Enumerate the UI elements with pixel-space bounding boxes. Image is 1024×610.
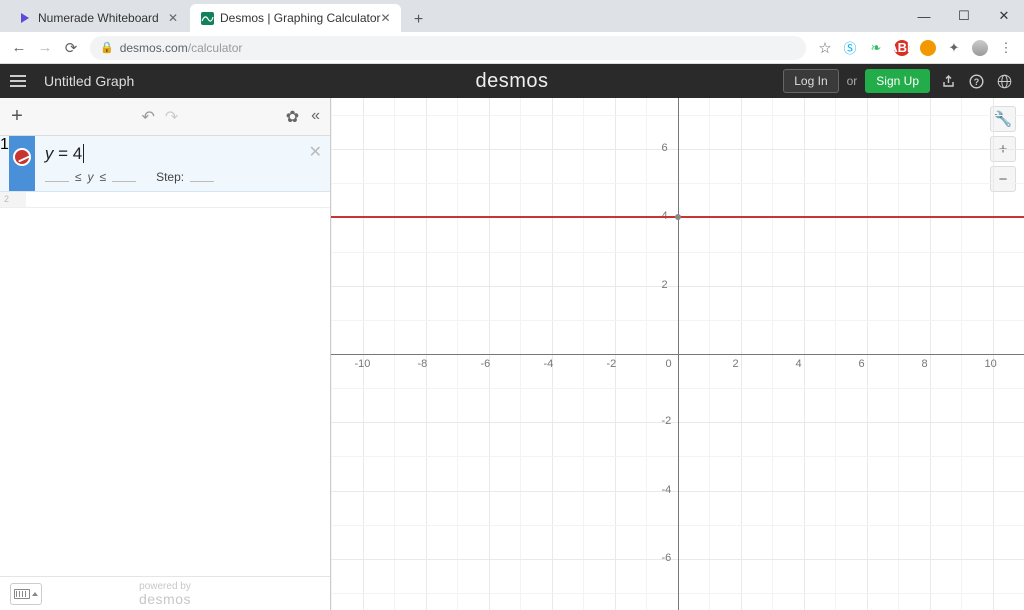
puzzle-icon[interactable]: ✦ (946, 40, 962, 56)
x-tick-label: 8 (922, 358, 928, 370)
expression-gutter[interactable] (9, 136, 35, 191)
browser-chrome: Numerade Whiteboard ✕ Desmos | Graphing … (0, 0, 1024, 64)
x-tick-label: 10 (985, 358, 997, 370)
x-tick-label: -2 (607, 358, 617, 370)
y-axis (678, 98, 679, 610)
ext-orange-icon[interactable] (920, 40, 936, 56)
maximize-button[interactable]: ☐ (944, 0, 984, 32)
y-tick-label: -2 (662, 415, 672, 427)
step-input[interactable] (190, 172, 214, 182)
plot-intercept-marker[interactable] (675, 214, 681, 220)
tab-strip: Numerade Whiteboard ✕ Desmos | Graphing … (0, 0, 1024, 32)
sidebar-footer: powered by desmos (0, 576, 330, 610)
redo-button[interactable]: ↷ (165, 107, 178, 127)
y-tick-label: 6 (662, 142, 668, 154)
y-tick-label: -4 (662, 484, 672, 496)
powered-by: powered by desmos (139, 582, 191, 606)
extension-icons: Ⓢ ❧ ABP ✦ ⋮ (838, 40, 1018, 56)
x-tick-label: 6 (859, 358, 865, 370)
language-icon[interactable] (994, 71, 1014, 91)
zoom-out-button[interactable]: − (990, 166, 1016, 192)
address-bar: ← → ⟳ 🔒 desmos.com/calculator ☆ Ⓢ ❧ ABP … (0, 32, 1024, 64)
signup-button[interactable]: Sign Up (865, 69, 930, 93)
lock-icon: 🔒 (100, 41, 114, 54)
desmos-logo: desmos (475, 70, 548, 93)
expression-index: 1 (0, 136, 9, 191)
bookmark-button[interactable]: ☆ (812, 35, 838, 61)
minimize-button[interactable]: — (904, 0, 944, 32)
step-label: Step: (156, 170, 184, 184)
evernote-icon[interactable]: ❧ (868, 40, 884, 56)
expression-domain-row: ≤ y ≤ Step: (45, 170, 320, 184)
chevron-up-icon (32, 592, 38, 596)
window-controls: — ☐ ✕ (904, 0, 1024, 32)
x-tick-label: -10 (355, 358, 371, 370)
x-tick-label: 2 (733, 358, 739, 370)
graph-settings-button[interactable]: 🔧 (990, 106, 1016, 132)
numerade-favicon (18, 11, 32, 25)
graph-title[interactable]: Untitled Graph (44, 73, 134, 89)
x-tick-label: 4 (796, 358, 802, 370)
url-input[interactable]: 🔒 desmos.com/calculator (90, 36, 806, 60)
close-window-button[interactable]: ✕ (984, 0, 1024, 32)
expression-index: 2 (0, 192, 26, 207)
settings-icon[interactable]: ✿ (286, 107, 299, 127)
app-header: Untitled Graph desmos Log In or Sign Up … (0, 64, 1024, 98)
sidebar-toolbar: + ↶ ↷ ✿ « (0, 98, 330, 136)
expression-row-1[interactable]: 1 y = 4 ≤ y ≤ Step: ✕ (0, 136, 330, 192)
url-path: /calculator (188, 41, 243, 55)
expression-sidebar: + ↶ ↷ ✿ « 1 y = 4 ≤ y (0, 98, 331, 610)
tab-desmos[interactable]: Desmos | Graphing Calculator ✕ (190, 4, 401, 32)
expression-row-2[interactable]: 2 (0, 192, 330, 208)
svg-text:?: ? (973, 77, 979, 87)
tab-label: Desmos | Graphing Calculator (220, 11, 381, 25)
reload-button[interactable]: ⟳ (58, 35, 84, 61)
back-button[interactable]: ← (6, 35, 32, 61)
login-button[interactable]: Log In (783, 69, 838, 93)
expression-input[interactable]: y = 4 (45, 144, 320, 164)
graph-area[interactable]: 🔧 + − -10-8-6-4-2246810642-2-4-60 (331, 98, 1024, 610)
tab-label: Numerade Whiteboard (38, 11, 159, 25)
close-icon[interactable]: ✕ (381, 11, 391, 25)
keypad-toggle[interactable] (10, 583, 42, 605)
new-tab-button[interactable]: + (407, 8, 431, 32)
url-host: desmos.com (120, 41, 188, 55)
menu-button[interactable] (10, 70, 32, 92)
origin-label: 0 (666, 358, 672, 370)
expression-body[interactable]: y = 4 ≤ y ≤ Step: (35, 136, 330, 191)
or-text: or (847, 74, 858, 88)
help-icon[interactable]: ? (966, 71, 986, 91)
range-max-input[interactable] (112, 172, 136, 182)
kebab-icon[interactable]: ⋮ (998, 40, 1014, 56)
range-min-input[interactable] (45, 172, 69, 182)
skype-icon[interactable]: Ⓢ (842, 40, 858, 56)
y-tick-label: 2 (662, 279, 668, 291)
forward-button[interactable]: → (32, 35, 58, 61)
abp-icon[interactable]: ABP (894, 40, 910, 56)
share-icon[interactable] (938, 71, 958, 91)
keyboard-icon (14, 589, 30, 599)
x-tick-label: -8 (418, 358, 428, 370)
collapse-sidebar-button[interactable]: « (311, 107, 320, 127)
add-expression-button[interactable]: + (0, 105, 34, 128)
tab-numerade[interactable]: Numerade Whiteboard ✕ (8, 4, 188, 32)
desmos-favicon (200, 11, 214, 25)
profile-avatar[interactable] (972, 40, 988, 56)
undo-button[interactable]: ↶ (141, 107, 154, 127)
expression-color-toggle[interactable] (13, 148, 31, 166)
x-tick-label: -4 (544, 358, 554, 370)
delete-expression-button[interactable]: ✕ (309, 142, 322, 162)
close-icon[interactable]: ✕ (168, 11, 178, 25)
x-tick-label: -6 (481, 358, 491, 370)
y-tick-label: -6 (662, 552, 672, 564)
workspace: + ↶ ↷ ✿ « 1 y = 4 ≤ y (0, 98, 1024, 610)
